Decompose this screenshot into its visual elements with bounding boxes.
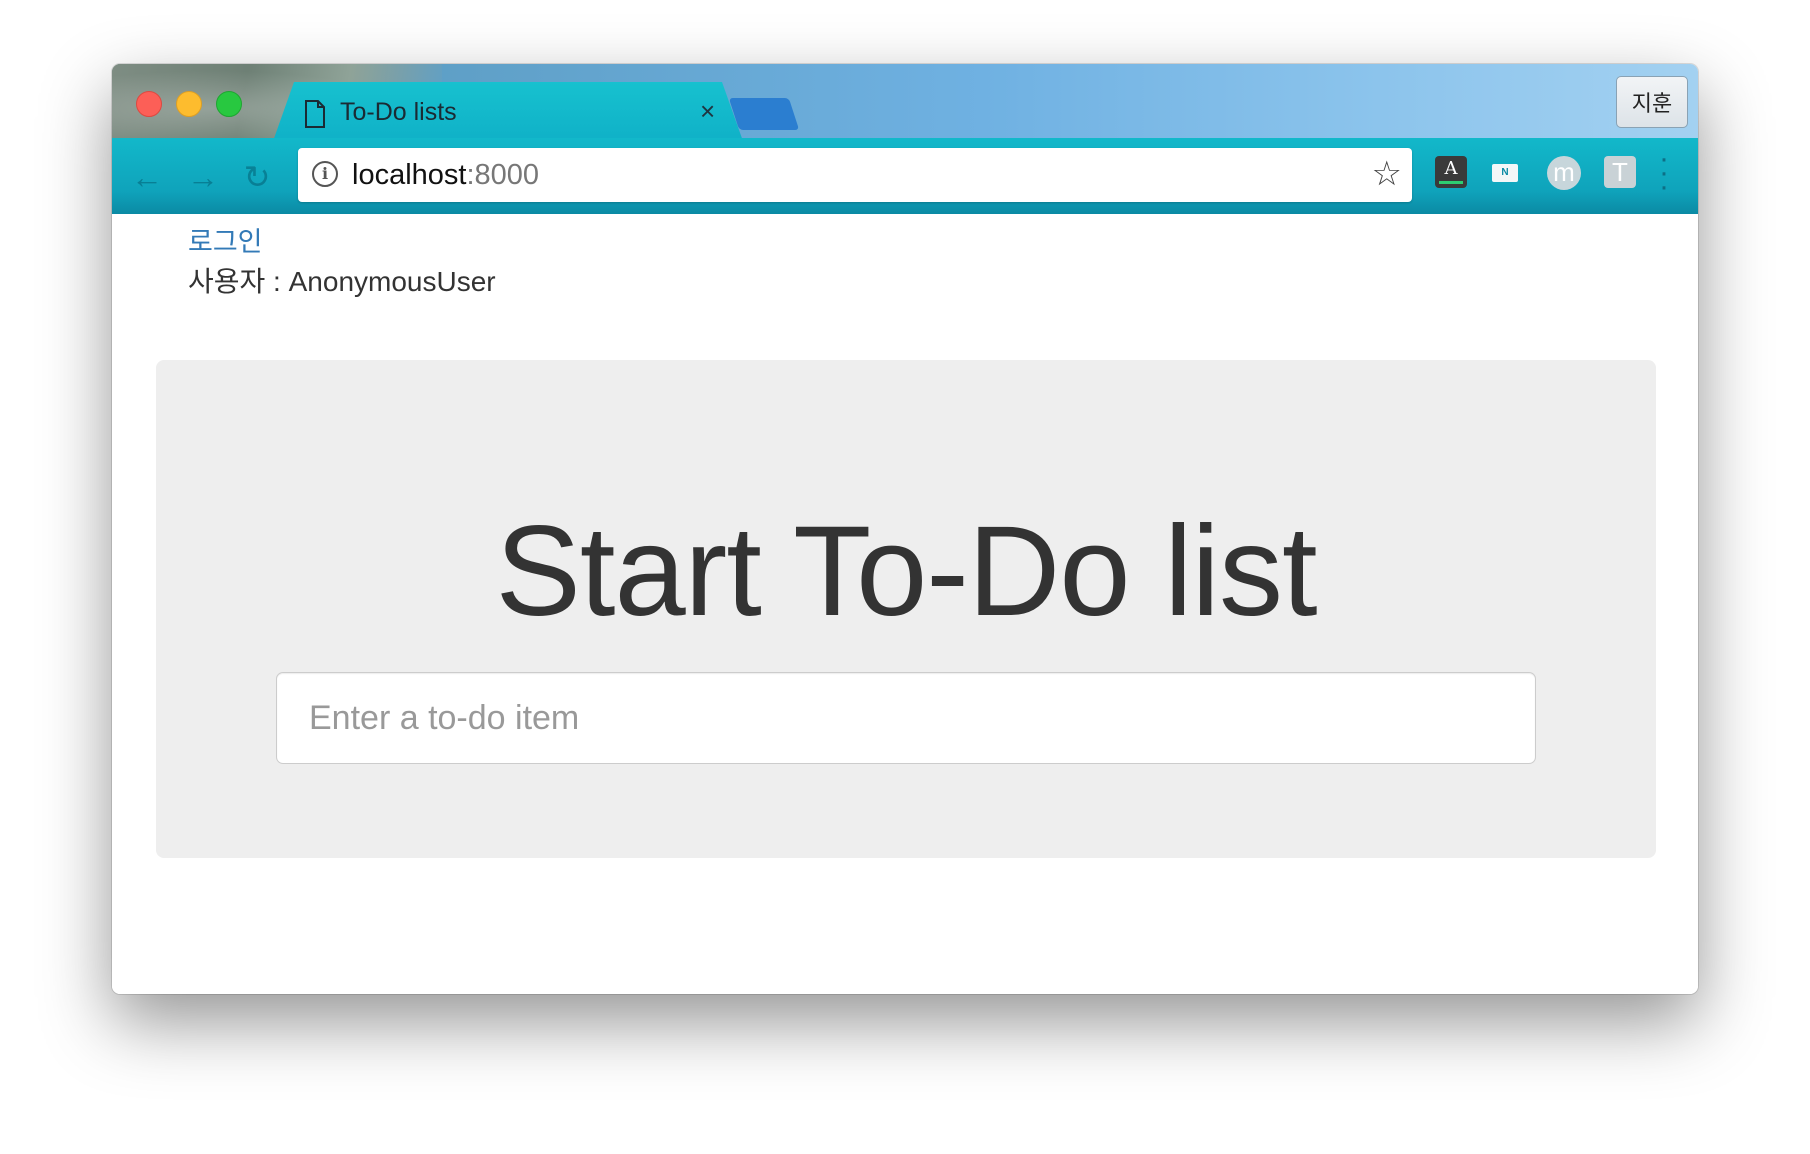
page-title: Start To-Do list — [495, 500, 1318, 643]
browser-window: To-Do lists × 지훈 ← → ↻ i localhost:8000 … — [112, 64, 1698, 994]
document-icon — [305, 100, 325, 128]
zoom-window-button[interactable] — [216, 91, 242, 117]
tab-strip: To-Do lists × 지훈 — [112, 64, 1698, 144]
minimize-window-button[interactable] — [176, 91, 202, 117]
tab-title: To-Do lists — [340, 98, 457, 126]
tab-close-icon[interactable]: × — [700, 96, 715, 127]
extension-n-icon[interactable]: N — [1492, 164, 1518, 182]
browser-toolbar: ← → ↻ i localhost:8000 ☆ A N m T · · · — [112, 138, 1698, 214]
forward-arrow-icon[interactable]: → — [186, 160, 220, 194]
menu-dots-icon[interactable]: · · · — [1654, 144, 1674, 202]
active-tab[interactable]: To-Do lists × — [272, 82, 744, 144]
extension-m-icon[interactable]: m — [1547, 156, 1581, 190]
url-port: :8000 — [466, 159, 540, 191]
extension-t-icon[interactable]: T — [1604, 156, 1636, 188]
login-link[interactable]: 로그인 — [188, 220, 263, 259]
url-host: localhost — [352, 159, 467, 191]
current-user-label: 사용자 : AnonymousUser — [188, 266, 496, 297]
jumbotron: Start To-Do list — [156, 360, 1656, 858]
star-icon[interactable]: ☆ — [1372, 156, 1402, 192]
new-item-input[interactable] — [276, 672, 1536, 764]
profile-button[interactable]: 지훈 — [1616, 76, 1688, 128]
address-url[interactable]: localhost:8000 — [352, 159, 539, 192]
reload-icon[interactable]: ↻ — [240, 160, 274, 194]
back-arrow-icon[interactable]: ← — [130, 160, 164, 194]
extension-dictionary-icon[interactable]: A — [1435, 156, 1467, 188]
page-content: 로그인 사용자 : AnonymousUser Start To-Do list — [112, 214, 1698, 994]
close-window-button[interactable] — [136, 91, 162, 117]
new-tab-button[interactable] — [728, 98, 800, 130]
address-bar[interactable]: i localhost:8000 ☆ — [298, 148, 1412, 202]
info-icon[interactable]: i — [312, 161, 338, 187]
